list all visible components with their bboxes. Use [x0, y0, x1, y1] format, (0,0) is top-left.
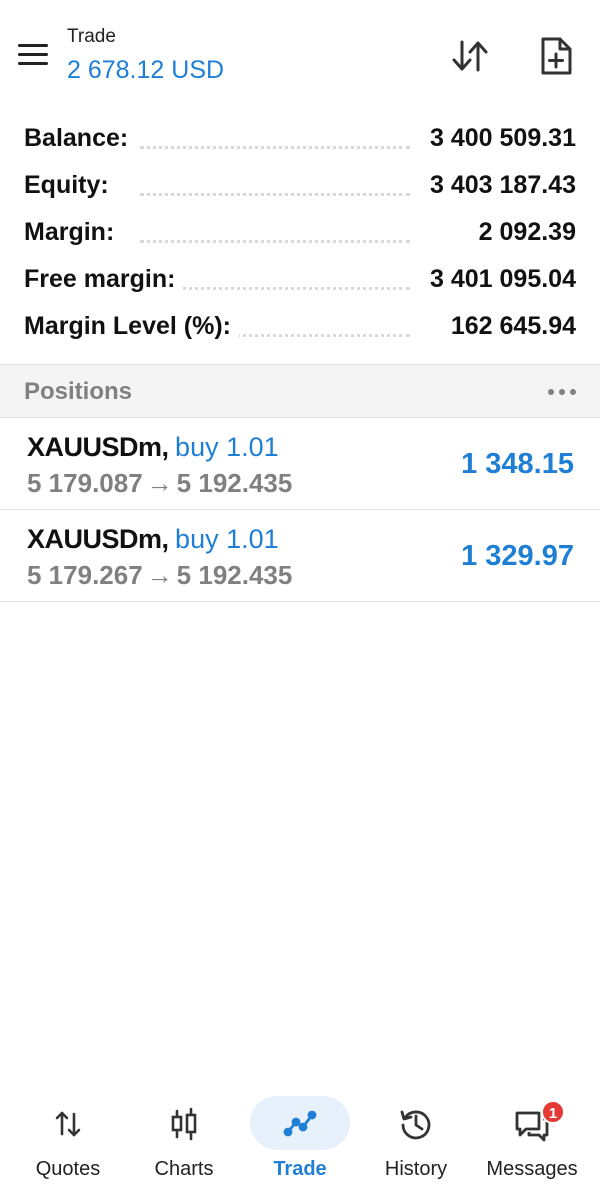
balance-value: 3 400 509.31 — [422, 124, 576, 153]
summary-row-margin: Margin: 2 092.39 — [0, 210, 600, 257]
dotted-leader — [140, 240, 410, 243]
unread-badge: 1 — [541, 1100, 565, 1124]
history-icon — [400, 1110, 431, 1140]
header-balance: 2 678.12 USD — [67, 56, 225, 84]
position-profit: 1 329.97 — [461, 540, 574, 572]
page-title: Trade — [67, 26, 116, 47]
open-price: 5 179.087 — [27, 468, 143, 498]
position-separator: , — [161, 432, 170, 462]
summary-row-margin-level: Margin Level (%): 162 645.94 — [0, 304, 600, 351]
equity-value: 3 403 187.43 — [422, 171, 576, 200]
position-separator: , — [161, 524, 170, 554]
free-margin-value: 3 401 095.04 — [422, 265, 576, 294]
more-options-icon[interactable] — [546, 381, 578, 401]
margin-label: Margin: — [24, 218, 123, 247]
current-price: 5 192.435 — [176, 468, 293, 498]
arrow-right-icon: → — [146, 560, 173, 590]
positions-section-header: Positions — [0, 364, 600, 418]
sort-icon[interactable] — [448, 34, 492, 78]
nav-label: Messages — [486, 1158, 578, 1180]
nav-trade[interactable]: Trade — [242, 1090, 358, 1200]
nav-label: Quotes — [35, 1158, 101, 1180]
free-margin-label: Free margin: — [24, 265, 184, 294]
position-prices: 5 179.267 → 5 192.435 — [27, 560, 292, 591]
summary-row-equity: Equity: 3 403 187.43 — [0, 163, 600, 210]
position-symbol: XAUUSDm — [27, 524, 162, 554]
summary-row-free-margin: Free margin: 3 401 095.04 — [0, 257, 600, 304]
trade-icon — [283, 1110, 317, 1137]
margin-level-value: 162 645.94 — [442, 312, 576, 341]
position-row[interactable]: XAUUSDm, buy 1.01 5 179.267 → 5 192.435 1 3… — [0, 510, 600, 602]
margin-value: 2 092.39 — [470, 218, 576, 247]
margin-level-label: Margin Level (%): — [24, 312, 239, 341]
balance-label: Balance: — [24, 124, 137, 153]
nav-label: History — [384, 1158, 448, 1180]
equity-label: Equity: — [24, 171, 117, 200]
trade-screen: Trade 2 678.12 USD Balance: 3 400 509.31… — [0, 0, 600, 1200]
charts-icon — [171, 1107, 197, 1141]
position-title: XAUUSDm, buy 1.01 — [27, 524, 279, 555]
position-row[interactable]: XAUUSDm, buy 1.01 5 179.087 → 5 192.435 1 3… — [0, 418, 600, 510]
positions-title: Positions — [24, 378, 133, 405]
nav-history[interactable]: History — [358, 1090, 474, 1200]
position-side-volume: buy 1.01 — [175, 524, 279, 554]
quotes-icon — [55, 1111, 81, 1137]
position-symbol: XAUUSDm — [27, 432, 162, 462]
bottom-navigation: Quotes Charts Trade History 1 Messages — [0, 1090, 600, 1200]
summary-row-balance: Balance: 3 400 509.31 — [0, 116, 600, 163]
app-header: Trade 2 678.12 USD — [0, 0, 600, 108]
current-price: 5 192.435 — [176, 560, 293, 590]
nav-messages[interactable]: 1 Messages — [474, 1090, 590, 1200]
nav-label: Charts — [154, 1158, 214, 1180]
position-side-volume: buy 1.01 — [175, 432, 279, 462]
account-summary: Balance: 3 400 509.31 Equity: 3 403 187.… — [0, 116, 600, 351]
dotted-leader — [140, 193, 410, 196]
arrow-right-icon: → — [146, 468, 173, 498]
nav-label: Trade — [273, 1158, 327, 1180]
position-profit: 1 348.15 — [461, 448, 574, 480]
menu-icon[interactable] — [16, 40, 50, 68]
nav-quotes[interactable]: Quotes — [10, 1090, 126, 1200]
position-prices: 5 179.087 → 5 192.435 — [27, 468, 292, 499]
nav-charts[interactable]: Charts — [126, 1090, 242, 1200]
open-price: 5 179.267 — [27, 560, 143, 590]
new-order-icon[interactable] — [534, 34, 578, 78]
dotted-leader — [140, 146, 410, 149]
position-title: XAUUSDm, buy 1.01 — [27, 432, 279, 463]
